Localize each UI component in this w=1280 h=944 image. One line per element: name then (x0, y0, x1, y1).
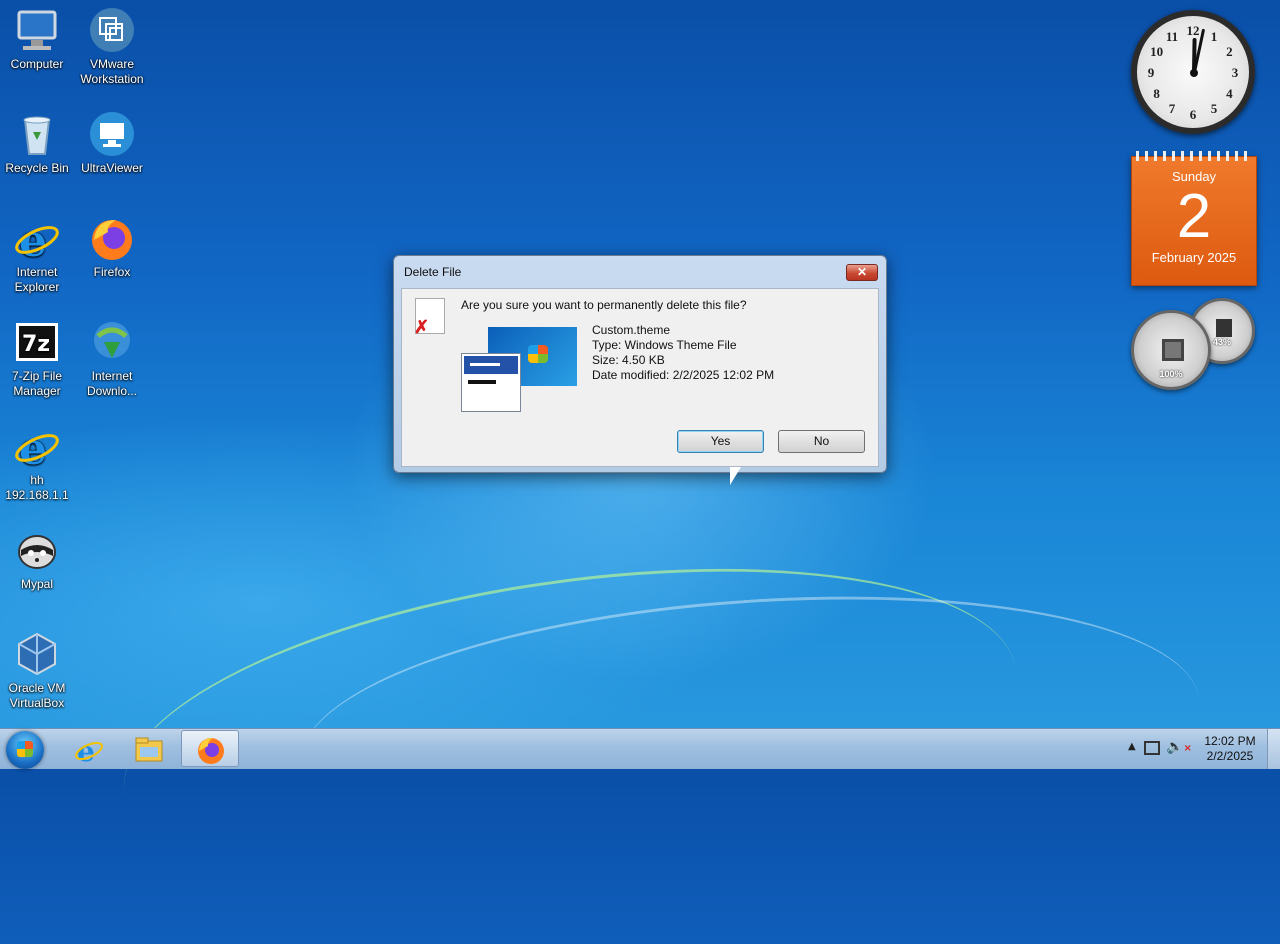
folder-icon (134, 735, 164, 763)
yes-button[interactable]: Yes (677, 430, 764, 453)
clock-numeral: 10 (1150, 44, 1164, 59)
clock-numeral: 5 (1210, 101, 1218, 117)
firefox-taskbar-icon (196, 736, 226, 764)
desktop-icon-7zip[interactable]: 7z 7-Zip File Manager (0, 312, 74, 399)
ie-shortcut-icon: e (13, 422, 61, 475)
clock-numeral: 7 (1168, 101, 1176, 117)
idm-icon (88, 318, 136, 366)
clock-gadget[interactable]: 12 1 2 3 4 5 6 7 8 9 10 11 (1131, 10, 1255, 134)
clock-numeral: 4 (1226, 86, 1233, 101)
taskbar-firefox[interactable] (181, 730, 239, 767)
cpu-meter: 100% (1131, 310, 1211, 390)
calendar-month: February 2025 (1151, 250, 1237, 265)
desktop-icon-firefox[interactable]: Firefox (75, 208, 149, 280)
desktop-icon-internet-explorer[interactable]: e Internet Explorer (0, 208, 74, 295)
desktop-icon-recycle-bin[interactable]: Recycle Bin (0, 104, 74, 176)
cpu-percent: 100% (1159, 369, 1183, 379)
delete-file-dialog: Delete File ✕ ✗ Are you sure you want to… (393, 255, 887, 473)
recycle-bin-icon (13, 110, 61, 158)
mypal-icon (13, 526, 61, 574)
system-tray: ▲ 🔈× 12:02 PM 2/2/2025 (1120, 729, 1280, 769)
confirm-question: Are you sure you want to permanently del… (461, 298, 747, 312)
network-icon[interactable] (1144, 741, 1160, 755)
desktop-icon-internet-download-manager[interactable]: Internet Downlo... (75, 312, 149, 399)
taskbar-windows-explorer[interactable] (120, 730, 178, 767)
clock-numeral: 8 (1153, 86, 1160, 101)
calendar-gadget[interactable]: Sunday 2 February 2025 (1131, 151, 1257, 286)
file-size: Size: 4.50 KB (592, 353, 665, 367)
tray-time: 12:02 PM (1204, 734, 1256, 748)
file-type: Type: Windows Theme File (592, 338, 737, 352)
no-button[interactable]: No (778, 430, 865, 453)
tray-date: 2/2/2025 (1206, 749, 1254, 763)
ultraviewer-icon (88, 110, 136, 158)
clock-numeral: 6 (1189, 107, 1197, 122)
close-button[interactable]: ✕ (846, 264, 878, 281)
show-desktop-button[interactable] (1267, 729, 1280, 769)
file-details: Custom.theme Type: Windows Theme File Si… (592, 323, 774, 383)
calendar-rings (1136, 151, 1252, 161)
clock-numeral: 12 (1186, 23, 1200, 38)
desktop-icon-mypal[interactable]: Mypal (0, 520, 74, 592)
clock-numeral: 3 (1231, 65, 1239, 80)
desktop-icon-vmware[interactable]: VMware Workstation (75, 0, 149, 87)
firefox-icon (88, 214, 136, 262)
clock-numeral: 1 (1210, 28, 1218, 44)
computer-icon (13, 6, 61, 54)
dialog-title: Delete File (404, 265, 462, 279)
tray-clock[interactable]: 12:02 PM 2/2/2025 (1190, 734, 1270, 764)
cpu-chip-icon (1162, 339, 1184, 361)
clock-numeral: 11 (1165, 28, 1179, 44)
vmware-icon (88, 6, 136, 54)
file-date-modified: Date modified: 2/2/2025 12:02 PM (592, 368, 775, 382)
ie-taskbar-icon: e (74, 735, 104, 768)
desktop-icon-virtualbox[interactable]: Oracle VM VirtualBox (0, 624, 74, 711)
calendar-date: 2 (1176, 182, 1212, 251)
taskbar: e ▲ 🔈× 12:02 PM 2/2/2025 (0, 728, 1280, 769)
delete-file-icon: ✗ (414, 298, 445, 337)
svg-text:7z: 7z (22, 332, 50, 357)
clock-numeral: 2 (1226, 44, 1233, 59)
internet-explorer-icon: e (13, 214, 61, 267)
file-name: Custom.theme (592, 323, 671, 337)
mouse-cursor-icon (730, 467, 741, 485)
red-x-icon: ✗ (414, 317, 430, 337)
clock-center (1190, 69, 1198, 77)
7zip-icon: 7z (13, 318, 61, 366)
volume-muted-icon[interactable]: 🔈× (1166, 739, 1192, 755)
virtualbox-icon (13, 630, 61, 678)
clock-numeral: 9 (1147, 65, 1155, 80)
show-hidden-icons-button[interactable]: ▲ (1128, 741, 1136, 752)
taskbar-internet-explorer[interactable]: e (60, 730, 118, 768)
windows-logo-icon (17, 741, 33, 757)
dialog-body: ✗ Are you sure you want to permanently d… (401, 288, 879, 467)
desktop-icon-computer[interactable]: Computer (0, 0, 74, 72)
memory-chip-icon (1216, 319, 1232, 337)
desktop-icon-ultraviewer[interactable]: UltraViewer (75, 104, 149, 176)
desktop-icon-hh-shortcut[interactable]: e hh 192.168.1.1 (0, 416, 74, 503)
windows-logo-icon (528, 345, 548, 363)
theme-window-preview (461, 353, 521, 412)
start-button[interactable] (6, 731, 44, 769)
